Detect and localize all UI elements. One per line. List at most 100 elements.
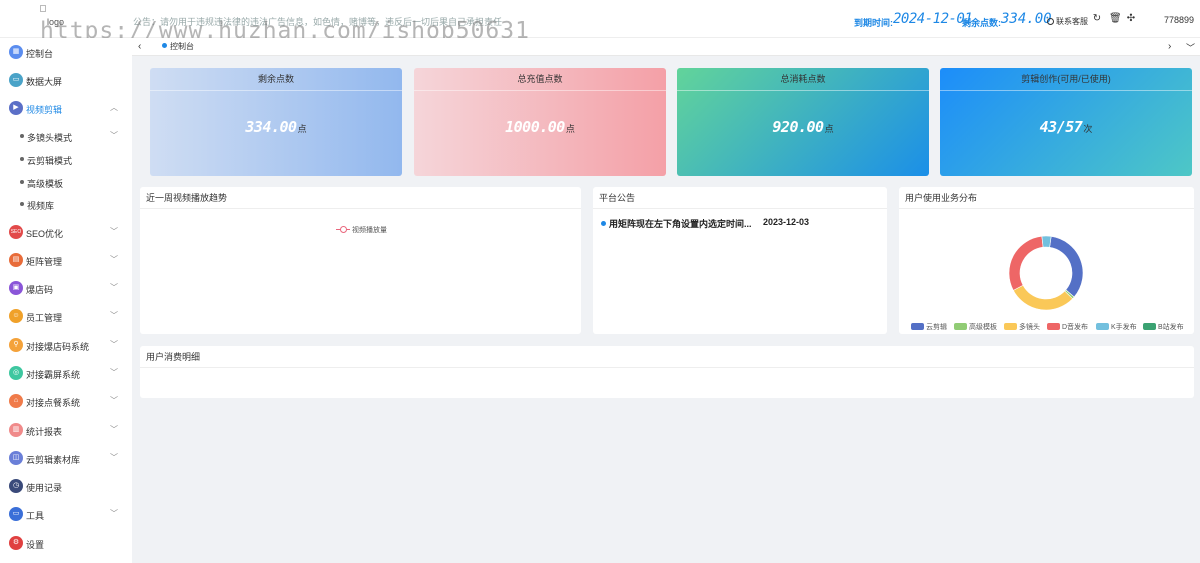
matrix-icon: ▤ <box>9 253 23 267</box>
sidebar-item-tools[interactable]: ▭ 工具 ﹀ <box>0 504 132 524</box>
tab-next-icon[interactable]: › <box>1168 41 1171 52</box>
legend-item[interactable]: K手发布 <box>1096 322 1137 332</box>
trash-icon[interactable]: 🗑 <box>1109 14 1122 24</box>
card-value-row: 334.00点 <box>150 118 402 136</box>
header-notice: 公告：请勿用于违规违法律的违法广告信息，如色情，赌博等，违反后一切后果自己承担责… <box>133 17 503 27</box>
legend-label: 高级模板 <box>969 324 997 331</box>
sidebar-item-label: 矩阵管理 <box>26 257 63 267</box>
card-edit-quota: 剪辑创作(可用/已使用) 43/57次 <box>940 68 1192 176</box>
screen-icon: ▭ <box>9 73 23 87</box>
sidebar-item-label: SEO优化 <box>26 229 64 239</box>
refresh-icon[interactable]: ↻ <box>1092 14 1102 24</box>
sidebar-item-label: 数据大屏 <box>26 77 63 87</box>
logo-alt-text: logo <box>47 17 65 27</box>
distribution-donut-chart <box>1008 235 1084 311</box>
donut-slice[interactable] <box>1008 235 1044 291</box>
sidebar-item-store-code-system[interactable]: ⚲ 对接爆店码系统 ﹀ <box>0 335 132 355</box>
legend-swatch <box>1143 323 1156 330</box>
bullet-icon <box>20 134 24 138</box>
legend-label: B站发布 <box>1158 324 1184 331</box>
sidebar-item-order-system[interactable]: ⌂ 对接点餐系统 ﹀ <box>0 391 132 411</box>
sidebar: ▦ 控制台 ▭ 数据大屏 ▶ 视频剪辑 ︿ 多镜头模式 ﹀ 云剪辑模式 高级模板… <box>0 38 132 563</box>
sidebar-item-label: 工具 <box>26 511 45 521</box>
bullet-icon <box>20 202 24 206</box>
settings-icon: ⚙ <box>9 536 23 550</box>
trend-legend[interactable]: 视频播放量 <box>336 225 387 235</box>
sidebar-item-store-code[interactable]: ▣ 爆店码 ﹀ <box>0 278 132 298</box>
fullscreen-icon[interactable]: ✣ <box>1126 14 1136 24</box>
food-icon: ⌂ <box>9 394 23 408</box>
notice-panel: 平台公告 <box>593 187 887 334</box>
card-value-row: 1000.00点 <box>414 118 666 136</box>
sidebar-subitem-multi-lens[interactable]: 多镜头模式 ﹀ <box>0 127 132 145</box>
sidebar-item-label: 爆店码 <box>26 285 54 295</box>
headset-icon <box>1047 18 1054 25</box>
legend-item[interactable]: B站发布 <box>1143 322 1184 332</box>
video-edit-icon: ▶ <box>9 101 23 115</box>
card-value-row: 43/57次 <box>940 118 1192 136</box>
chevron-down-icon: ﹀ <box>110 509 118 518</box>
tab-dashboard[interactable]: 控制台 <box>162 41 194 52</box>
seo-icon: SEO <box>9 225 23 239</box>
sidebar-item-matrix[interactable]: ▤ 矩阵管理 ﹀ <box>0 250 132 270</box>
legend-item[interactable]: 云剪辑 <box>911 322 947 332</box>
sidebar-item-label: 对接霸屏系统 <box>26 370 81 380</box>
donut-slice[interactable] <box>1012 284 1074 311</box>
tab-prev-icon[interactable]: ‹ <box>138 41 141 52</box>
notice-text: 用矩阵现在左下角设置内选定时间... <box>609 219 752 229</box>
card-value: 1000.00 <box>505 118 565 136</box>
sidebar-item-seo[interactable]: SEO SEO优化 ﹀ <box>0 222 132 242</box>
bullet-icon <box>20 157 24 161</box>
donut-slice[interactable] <box>1049 236 1084 298</box>
points-value: 334.00 <box>1001 11 1052 27</box>
sidebar-item-screen-system[interactable]: ◎ 对接霸屏系统 ﹀ <box>0 363 132 383</box>
sidebar-item-material-library[interactable]: ◫ 云剪辑素材库 ﹀ <box>0 448 132 468</box>
card-value: 334.00 <box>245 118 297 136</box>
card-title: 总充值点数 <box>414 68 666 91</box>
panel-title: 近一周视频播放趋势 <box>140 187 581 209</box>
tab-bar: ‹ 控制台 › ﹀ <box>132 38 1200 56</box>
legend-label: 云剪辑 <box>926 324 947 331</box>
logo[interactable]: logo <box>40 5 76 27</box>
sidebar-item-label: 云剪辑素材库 <box>26 455 81 465</box>
legend-label: D音发布 <box>1062 324 1089 331</box>
notice-item[interactable]: 用矩阵现在左下角设置内选定时间... <box>601 217 752 230</box>
sidebar-subitem-video-library[interactable]: 视频库 <box>0 195 132 213</box>
panel-title: 平台公告 <box>593 187 887 209</box>
user-account[interactable]: 778899 <box>1164 15 1194 25</box>
bullet-icon <box>20 180 24 184</box>
legend-swatch <box>954 323 967 330</box>
card-title: 剪辑创作(可用/已使用) <box>940 68 1192 91</box>
chevron-down-icon: ﹀ <box>110 311 118 320</box>
sidebar-item-usage-records[interactable]: ◷ 使用记录 <box>0 476 132 496</box>
sidebar-item-settings[interactable]: ⚙ 设置 <box>0 533 132 553</box>
card-total-recharge: 总充值点数 1000.00点 <box>414 68 666 176</box>
line-marker-icon <box>336 226 350 233</box>
tool-icon: ▭ <box>9 507 23 521</box>
legend-swatch <box>1047 323 1060 330</box>
sidebar-item-dashboard[interactable]: ▦ 控制台 <box>0 42 132 62</box>
panel-title: 用户使用业务分布 <box>899 187 1194 209</box>
points-label: 剩余点数: <box>962 18 1001 28</box>
broken-image-icon <box>40 5 46 12</box>
sidebar-item-video-edit[interactable]: ▶ 视频剪辑 ︿ <box>0 98 132 118</box>
chevron-down-icon: ﹀ <box>110 131 118 140</box>
legend-item[interactable]: D音发布 <box>1047 322 1088 332</box>
legend-item[interactable]: 多镜头 <box>1004 322 1040 332</box>
tab-menu-chevron-icon[interactable]: ﹀ <box>1186 41 1195 54</box>
donut-slice[interactable] <box>1041 235 1052 248</box>
sidebar-item-label: 控制台 <box>26 49 54 59</box>
sidebar-subitem-cloud-edit[interactable]: 云剪辑模式 <box>0 150 132 168</box>
contact-service-link[interactable]: 联系客服 <box>1047 16 1088 27</box>
chevron-up-icon: ︿ <box>110 103 118 112</box>
sidebar-item-reports[interactable]: ▥ 统计报表 ﹀ <box>0 420 132 440</box>
sidebar-item-staff[interactable]: ☺ 员工管理 ﹀ <box>0 306 132 326</box>
card-remaining-points: 剩余点数 334.00点 <box>150 68 402 176</box>
link-icon: ⚲ <box>9 338 23 352</box>
sidebar-item-data-screen[interactable]: ▭ 数据大屏 <box>0 70 132 90</box>
legend-swatch <box>1096 323 1109 330</box>
tab-label: 控制台 <box>170 42 194 51</box>
legend-item[interactable]: 高级模板 <box>954 322 997 332</box>
contact-service-label: 联系客服 <box>1056 17 1088 26</box>
sidebar-subitem-advanced-template[interactable]: 高级模板 <box>0 173 132 191</box>
